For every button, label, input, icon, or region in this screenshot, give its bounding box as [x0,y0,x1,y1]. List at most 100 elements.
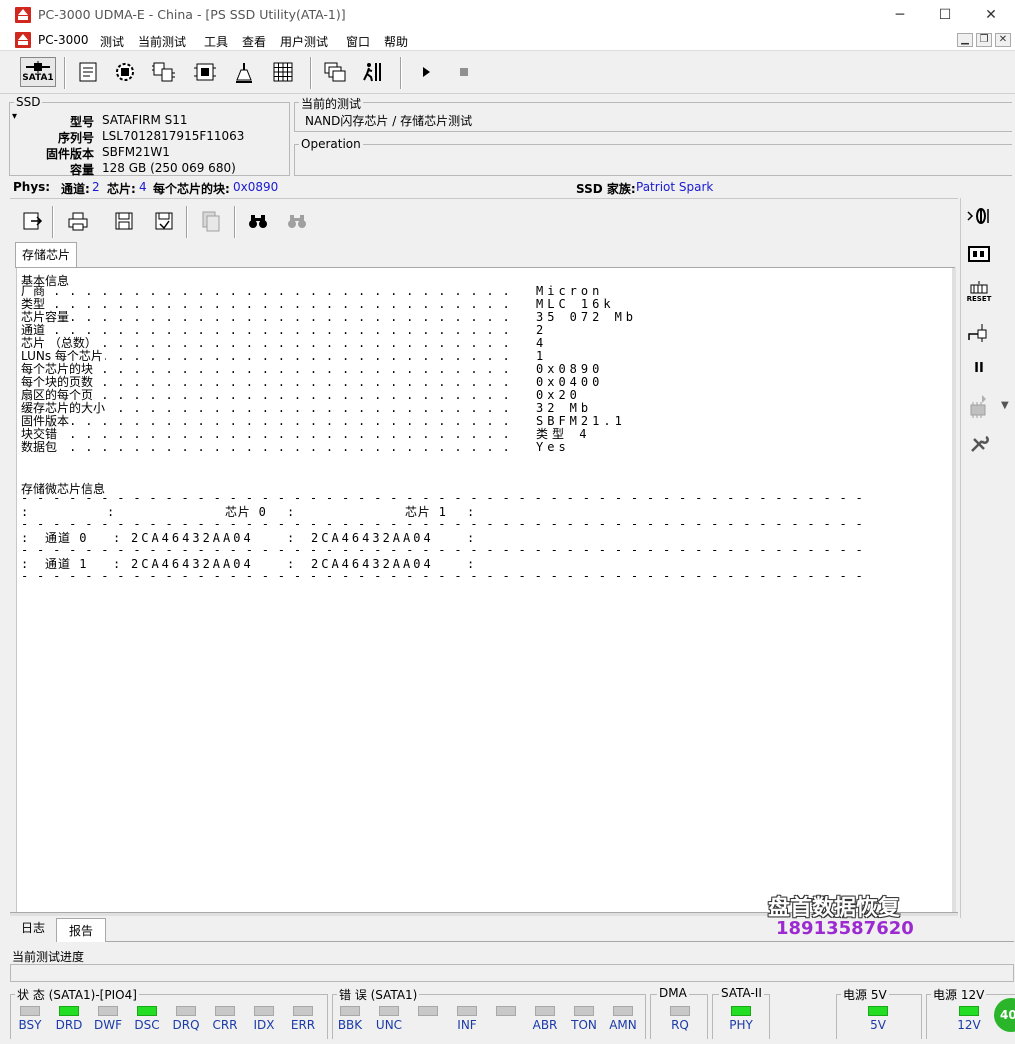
runner-button[interactable] [358,57,386,87]
model-value: SATAFIRM S11 [102,113,188,127]
status-led-label: UNC [375,1018,403,1032]
menu-test[interactable]: 测试 [100,33,124,50]
chip-table-border: - - - - - - - - - - - - - - - - - - - - … [21,543,864,557]
gear-chip-button[interactable] [111,57,139,87]
menu-view[interactable]: 查看 [242,33,266,50]
power5-group-title: 电源 5V [841,986,889,1003]
tab-report[interactable]: 报告 [56,918,106,942]
dma-group: DMA [650,986,708,1039]
right-toolbar-divider [960,198,961,918]
menu-pc3000[interactable]: PC-3000 [38,33,88,47]
reset-button[interactable]: RESET [964,278,994,306]
info-row-label: 数据包 [21,440,60,454]
pause-button[interactable]: II [964,354,994,382]
status-led-label: BBK [337,1018,363,1032]
menu-bar: PC-3000 测试 当前测试 工具 查看 用户测试 窗口 帮助 ▁ ❐ ✕ [0,30,1015,51]
reset-power-button[interactable] [964,202,994,230]
reset-icon [970,281,988,294]
start-button[interactable] [412,57,440,87]
blocks-per-chip-label: 每个芯片的块: [153,182,230,196]
disabled-chip-button[interactable] [964,392,994,420]
chips-value: 4 [139,180,147,194]
status-led [340,1006,360,1016]
status-led [959,1006,979,1016]
menu-window[interactable]: 窗口 [346,33,370,50]
sata-port-button[interactable]: SATA1 [20,57,56,87]
status-led [670,1006,690,1016]
menu-tools[interactable]: 工具 [204,33,228,50]
toolbar-separator [310,57,312,89]
print-button[interactable] [64,206,92,236]
stop-button[interactable] [450,57,478,87]
tools-icon [236,63,252,83]
grid-button[interactable] [269,57,297,87]
chip-disabled-icon [970,395,986,418]
firmware-label: 固件版本 [46,147,95,161]
firmware-value: SBFM21W1 [102,145,170,159]
tab-log[interactable]: 日志 [10,918,56,940]
maximize-button[interactable]: ☐ [922,0,968,30]
ssd-dropdown-arrow-icon[interactable]: ▾ [12,111,17,122]
power12-group-title: 电源 12V [931,986,987,1003]
close-button[interactable]: ✕ [968,0,1014,30]
find-button[interactable] [244,206,272,236]
toolbar-separator [400,57,402,89]
print-icon [68,212,88,231]
status-led [868,1006,888,1016]
save-button[interactable] [110,206,138,236]
channels-value: 2 [92,180,100,194]
status-led [176,1006,196,1016]
terminal-icon [79,62,97,82]
status-led-label: PHY [729,1018,753,1032]
current-test-title: 当前的测试 [299,95,364,112]
chip-info-icon [968,246,990,262]
blocks-per-chip-value: 0x0890 [233,180,279,194]
report-view[interactable]: 基本信息 . . . . . . . . . . . . . . . . . .… [16,268,952,912]
chip-copy-button[interactable] [150,57,178,87]
copy-button[interactable] [197,206,225,236]
mdi-restore-button[interactable]: ❐ [976,33,992,47]
dma-group-title: DMA [657,986,689,1000]
phys-label: Phys: [13,180,51,194]
bottom-tab-baseline [106,941,1014,942]
state-group: 状 态 (SATA1)-[PIO4] [10,986,328,1039]
tab-storage-chip[interactable]: 存储芯片 [15,242,77,268]
chip-copy-icon [152,62,175,82]
chip-info-button[interactable] [964,240,994,268]
minimize-button[interactable]: ─ [877,0,923,30]
status-led [379,1006,399,1016]
chevron-down-icon[interactable]: ▼ [1001,400,1009,411]
terminal-button[interactable] [74,57,102,87]
info-row-value: Yes [536,440,570,454]
find-next-button[interactable] [283,206,311,236]
app-logo-icon [15,7,31,23]
app-menu-logo-icon[interactable] [15,32,31,48]
status-led [137,1006,157,1016]
save-icon [115,212,133,230]
dot-leader: . . . . . . . . . . . . . . . . . . . . … [21,298,521,311]
menu-user-tests[interactable]: 用户测试 [280,33,328,50]
plug-button[interactable] [964,318,994,346]
plug-icon [968,324,987,342]
status-led-label: 12V [957,1018,981,1032]
menu-help[interactable]: 帮助 [384,33,408,50]
mdi-minimize-button[interactable]: ▁ [957,33,973,47]
runner-icon [363,63,381,82]
status-led [731,1006,751,1016]
mdi-close-button[interactable]: ✕ [995,33,1011,47]
chip-reset-button[interactable] [191,57,219,87]
save-all-button[interactable] [150,206,178,236]
reset-power-icon [967,208,989,224]
channels-label: 通道: [61,182,90,196]
grid-icon [273,62,293,82]
chip-reset-icon [194,63,216,81]
export-icon [23,212,43,230]
toolbar-separator [64,57,66,89]
tools-button[interactable] [230,57,258,87]
export-button[interactable] [18,206,46,236]
find-next-icon [288,215,306,228]
wrench-button[interactable] [964,430,994,458]
chip-table-border: - - - - - - - - - - - - - - - - - - - - … [21,569,864,583]
windows-button[interactable] [320,57,348,87]
menu-current-test[interactable]: 当前测试 [138,33,186,50]
